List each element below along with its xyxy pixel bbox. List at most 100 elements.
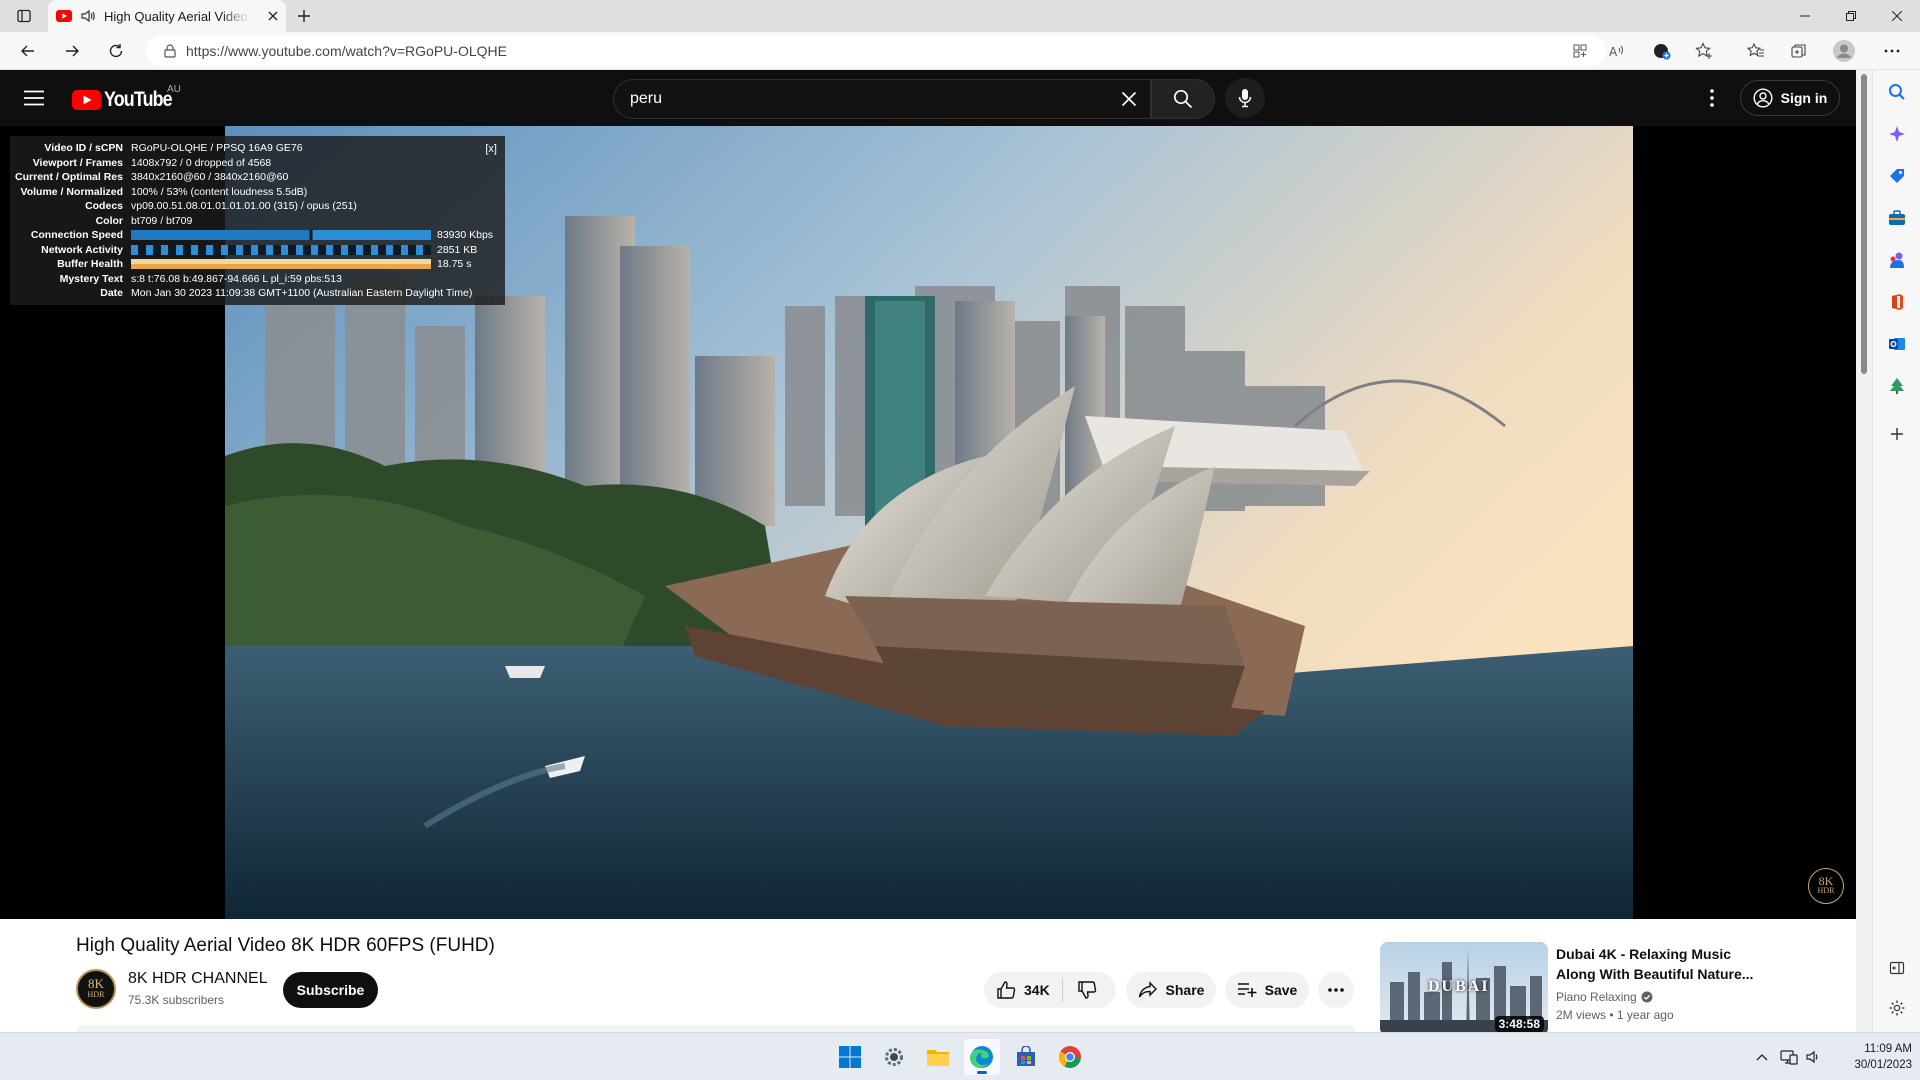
recommended-age: 1 year ago xyxy=(1616,1008,1674,1022)
sidebar-settings-icon[interactable] xyxy=(1885,996,1909,1020)
stat-label: Current / Optimal Res xyxy=(15,171,123,183)
video-player[interactable]: 8K HDR [x] Video ID / sCPN RGoPU-OLQHE /… xyxy=(0,126,1856,919)
stat-row-resolution: Current / Optimal Res 3840x2160@60 / 384… xyxy=(10,170,288,184)
settings-more-icon[interactable] xyxy=(1878,37,1906,65)
sign-in-button[interactable]: Sign in xyxy=(1740,80,1840,116)
like-button[interactable]: 34K xyxy=(984,980,1062,1000)
more-options-icon[interactable] xyxy=(1700,84,1724,112)
stats-for-nerds-panel: [x] Video ID / sCPN RGoPU-OLQHE / PPSQ 1… xyxy=(10,136,505,305)
volume-icon[interactable] xyxy=(1803,1047,1823,1067)
sidebar-discover-icon[interactable] xyxy=(1885,122,1909,146)
description-box[interactable] xyxy=(76,1025,1356,1032)
more-actions-button[interactable] xyxy=(1318,972,1354,1008)
taskbar-edge[interactable] xyxy=(964,1039,1000,1075)
recommended-meta: 2M views • 1 year ago xyxy=(1556,1008,1674,1022)
address-bar[interactable]: https://www.youtube.com/watch?v=RGoPU-OL… xyxy=(146,36,1606,66)
tab-close-icon[interactable] xyxy=(268,11,278,21)
windows-logo-icon xyxy=(839,1046,861,1068)
stat-label: Connection Speed xyxy=(30,229,123,241)
browser-toolbar: https://www.youtube.com/watch?v=RGoPU-OL… xyxy=(0,32,1920,70)
region-code: AU xyxy=(167,84,181,95)
subscribe-button[interactable]: Subscribe xyxy=(283,972,378,1008)
search-input[interactable]: peru xyxy=(613,79,1151,119)
show-hidden-icons-icon[interactable] xyxy=(1752,1047,1772,1067)
sidebar-tools-icon[interactable] xyxy=(1885,206,1909,230)
channel-name[interactable]: 8K HDR CHANNEL xyxy=(128,970,268,988)
system-clock[interactable]: 11:09 AM 30/01/2023 xyxy=(1832,1041,1912,1073)
back-button[interactable] xyxy=(14,37,42,65)
channel-watermark[interactable]: 8K HDR xyxy=(1808,868,1844,904)
sidebar-outlook-icon[interactable] xyxy=(1885,332,1909,356)
taskbar-file-explorer[interactable] xyxy=(920,1039,956,1075)
sidebar-office-icon[interactable] xyxy=(1885,290,1909,314)
stats-close-button[interactable]: [x] xyxy=(485,143,497,155)
collections-icon[interactable] xyxy=(1785,37,1813,65)
store-icon xyxy=(1017,1046,1035,1066)
sidebar-shopping-icon[interactable] xyxy=(1885,164,1909,188)
thumbnail-text: DUBAI xyxy=(1428,978,1490,995)
tab-actions-icon[interactable] xyxy=(12,4,36,28)
voice-search-button[interactable] xyxy=(1225,78,1265,118)
speaker-icon[interactable] xyxy=(80,8,96,24)
lock-icon[interactable] xyxy=(164,44,176,58)
verified-icon xyxy=(1641,991,1653,1003)
watermark-line2: HDR xyxy=(1817,886,1835,895)
youtube-play-icon xyxy=(72,90,101,110)
sidebar-tree-icon[interactable] xyxy=(1885,374,1909,398)
svg-text:A: A xyxy=(1609,45,1618,59)
sidebar-split-screen-icon[interactable] xyxy=(1885,956,1909,980)
share-button[interactable]: Share xyxy=(1126,972,1216,1008)
taskbar-store[interactable] xyxy=(1008,1039,1044,1075)
search-button[interactable] xyxy=(1151,79,1215,119)
stat-label: Volume / Normalized xyxy=(20,185,124,198)
extension-icon[interactable] xyxy=(1648,37,1676,65)
menu-icon[interactable] xyxy=(20,86,48,110)
minimize-button[interactable] xyxy=(1782,0,1828,32)
video-duration: 3:48:58 xyxy=(1494,1016,1544,1032)
save-label: Save xyxy=(1264,982,1298,998)
recommended-channel[interactable]: Piano Relaxing xyxy=(1556,990,1653,1004)
meta-dot: • xyxy=(1609,1008,1617,1022)
taskbar-chrome[interactable] xyxy=(1052,1039,1088,1075)
taskbar-settings[interactable] xyxy=(876,1039,912,1075)
tab-youtube[interactable]: High Quality Aerial Video 8K HDR 60FPS (… xyxy=(48,0,286,32)
avatar-line2: HDR xyxy=(87,990,105,999)
page-scrollbar-thumb[interactable] xyxy=(1861,74,1867,374)
forward-button[interactable] xyxy=(58,37,86,65)
restore-button[interactable] xyxy=(1828,0,1874,32)
sidebar-search-icon[interactable] xyxy=(1885,80,1909,104)
favorites-icon[interactable] xyxy=(1742,37,1770,65)
profile-avatar-icon[interactable] xyxy=(1830,37,1858,65)
read-aloud-icon[interactable]: A xyxy=(1603,37,1631,65)
dislike-button[interactable] xyxy=(1063,980,1111,1000)
stat-value: Mon Jan 30 2023 11:09:38 GMT+1100 (Austr… xyxy=(131,287,473,299)
new-tab-button[interactable] xyxy=(292,4,316,28)
search-query: peru xyxy=(630,90,663,107)
stat-row-buffer-health: Buffer Health 18.75 s xyxy=(10,257,471,271)
stat-label: Network Activity xyxy=(41,243,123,256)
stat-value: 100% / 53% (content loudness 5.5dB) xyxy=(131,185,308,198)
save-button[interactable]: Save xyxy=(1225,972,1309,1008)
network-icon[interactable] xyxy=(1779,1047,1799,1067)
stat-row-network-activity: Network Activity 2851 KB xyxy=(10,243,477,257)
start-button[interactable] xyxy=(832,1039,868,1075)
sidebar-games-icon[interactable] xyxy=(1885,248,1909,272)
page-scrollbar[interactable] xyxy=(1856,70,1872,1032)
add-favorite-icon[interactable] xyxy=(1690,37,1718,65)
stat-value: 1408x792 / 0 dropped of 4568 xyxy=(131,156,272,169)
refresh-button[interactable] xyxy=(102,37,130,65)
stat-label: Date xyxy=(100,287,123,299)
channel-avatar[interactable]: 8K HDR xyxy=(76,969,116,1009)
subscriber-count: 75.3K subscribers xyxy=(128,993,225,1007)
sidebar-add-icon[interactable] xyxy=(1885,422,1909,446)
stat-row-viewport: Viewport / Frames 1408x792 / 0 dropped o… xyxy=(10,156,271,170)
clear-search-icon[interactable] xyxy=(1114,84,1144,114)
stat-label: Codecs xyxy=(85,200,123,212)
app-available-icon[interactable] xyxy=(1566,37,1594,65)
window-close-button[interactable] xyxy=(1874,0,1920,32)
recommended-views: 2M views xyxy=(1556,1008,1607,1022)
recommended-title[interactable]: Dubai 4K - Relaxing Music Along With Bea… xyxy=(1556,944,1766,984)
stat-value: bt709 / bt709 xyxy=(131,214,193,227)
stat-label: Viewport / Frames xyxy=(32,156,123,169)
recommended-thumbnail[interactable]: DUBAI 3:48:58 xyxy=(1380,942,1548,1032)
